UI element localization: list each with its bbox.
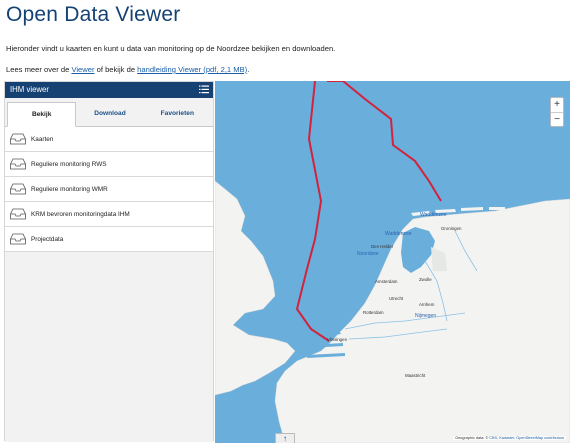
tab-bekijk[interactable]: Bekijk (7, 102, 77, 127)
list-item-krm-bevroren[interactable]: KRM bevroren monitoringdata IHM (5, 202, 213, 227)
map-label-den-helder: Den Helder (371, 244, 394, 249)
tab-download[interactable]: Download (76, 102, 143, 126)
map-label-waddenzee-2: Waddenzee (385, 231, 412, 237)
expand-arrow-icon[interactable]: ↑ (275, 433, 295, 443)
list-item-label: Reguliere monitoring WMR (31, 185, 108, 193)
panel-empty-area (5, 252, 213, 442)
viewer-link[interactable]: Viewer (71, 65, 94, 74)
panel-tabs: Bekijk Download Favorieten (5, 102, 213, 127)
intro-text: Hieronder vindt u kaarten en kunt u data… (6, 44, 336, 53)
viewer-panel: IHM viewer Bekijk Download Favorieten Ka… (4, 81, 214, 442)
uk-landmass (215, 180, 296, 396)
tray-icon (10, 133, 26, 145)
tab-favorieten[interactable]: Favorieten (144, 102, 211, 126)
map-view[interactable]: Waddenzee Waddenzee Noordzee Den Helder … (215, 81, 570, 443)
layer-list: Kaarten Reguliere monitoring RWS Regulie… (5, 127, 213, 252)
list-item-label: KRM bevroren monitoringdata IHM (31, 210, 130, 218)
tray-icon (10, 233, 26, 245)
zoom-control: + − (550, 97, 564, 127)
more-prefix: Lees meer over de (6, 65, 72, 74)
tray-icon (10, 158, 26, 170)
list-item-label: Projectdata (31, 235, 64, 243)
more-middle: of bekijk de (94, 65, 138, 74)
panel-header: IHM viewer (5, 82, 213, 98)
attribution-prefix: Geographic data: © (455, 436, 490, 440)
panel-title: IHM viewer (10, 85, 49, 94)
map-label-rotterdam: Rotterdam (363, 310, 384, 315)
list-item-label: Reguliere monitoring RWS (31, 160, 107, 168)
list-item-reguliere-monitoring-rws[interactable]: Reguliere monitoring RWS (5, 152, 213, 177)
more-suffix: . (247, 65, 250, 74)
map-label-groningen: Groningen (441, 226, 462, 231)
manual-pdf-link[interactable]: handleiding Viewer (pdf, 2,1 MB) (137, 65, 247, 74)
list-item-label: Kaarten (31, 135, 54, 143)
tray-icon (10, 183, 26, 195)
map-label-arnhem: Arnhem (419, 302, 435, 307)
menu-list-icon[interactable] (199, 85, 209, 94)
map-label-amsterdam: Amsterdam (375, 279, 398, 284)
zoom-out-button[interactable]: − (551, 112, 563, 126)
map-attribution: Geographic data: © CBS, Kadaster, OpenSt… (453, 436, 566, 440)
attribution-sources-link[interactable]: CBS, Kadaster, OpenStreetMap contributor… (489, 436, 564, 440)
zoom-in-button[interactable]: + (551, 98, 563, 112)
tray-icon (10, 208, 26, 220)
map-label-maastricht: Maastricht (405, 373, 426, 378)
page-title: Open Data Viewer (6, 3, 181, 26)
map-label-nijmegen: Nijmegen (415, 313, 437, 319)
map-label-utrecht: Utrecht (389, 296, 404, 301)
map-canvas (215, 81, 570, 443)
more-info-text: Lees meer over de Viewer of bekijk de ha… (6, 65, 249, 74)
list-item-reguliere-monitoring-wmr[interactable]: Reguliere monitoring WMR (5, 177, 213, 202)
map-label-zwolle: Zwolle (419, 277, 432, 282)
map-label-vlissingen: Vlissingen (327, 337, 348, 342)
map-label-waddenzee: Waddenzee (420, 212, 447, 218)
list-item-kaarten[interactable]: Kaarten (5, 127, 213, 152)
list-item-projectdata[interactable]: Projectdata (5, 227, 213, 252)
map-label-noordzee: Noordzee (357, 251, 379, 257)
